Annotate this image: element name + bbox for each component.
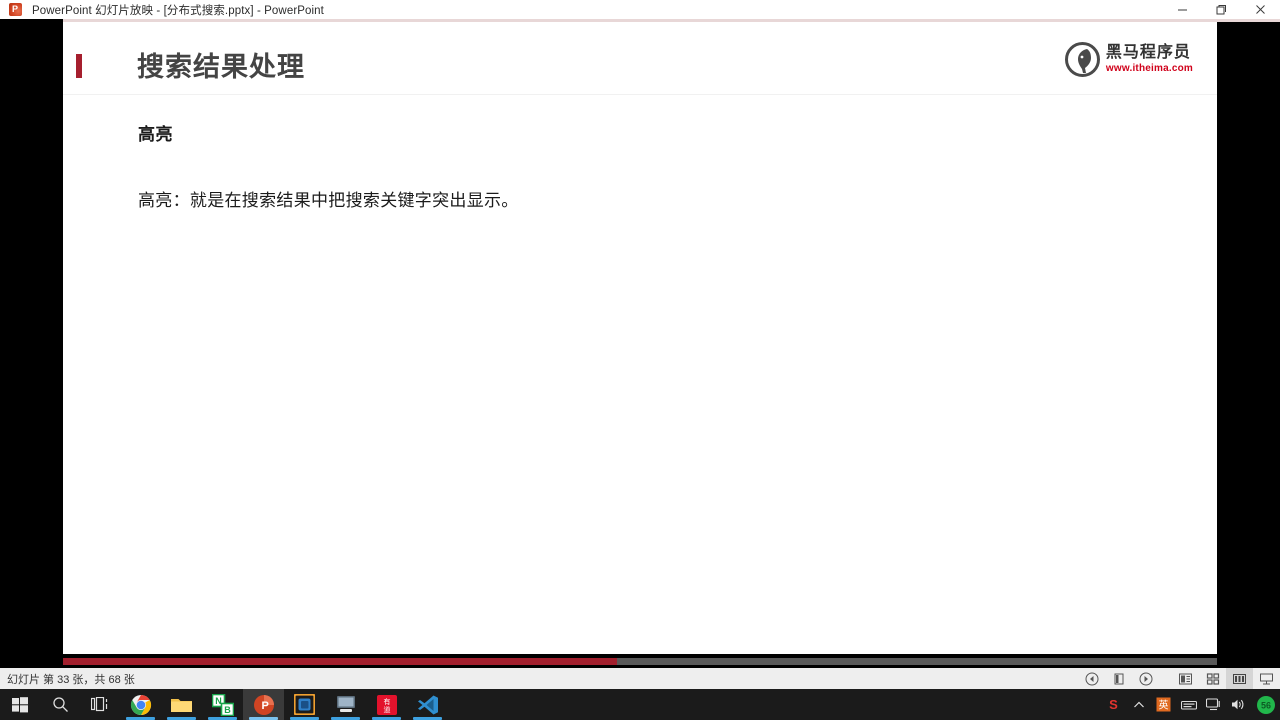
volume-icon: [1232, 699, 1244, 710]
ime-icon: 英: [1156, 697, 1171, 712]
svg-text:道: 道: [383, 705, 390, 714]
title-accent-bar-icon: [76, 54, 82, 78]
search-button[interactable]: [40, 689, 80, 720]
window-controls: [1163, 0, 1280, 19]
status-bar-controls: [1078, 668, 1280, 689]
chevron-up-icon: [1133, 701, 1144, 707]
slideshow-progress-bar[interactable]: [63, 658, 1217, 665]
taskbar-vscode[interactable]: [407, 689, 448, 720]
onenote-icon: N B: [211, 693, 234, 716]
tray-greenshot[interactable]: 56: [1251, 689, 1280, 720]
minimize-button[interactable]: [1163, 0, 1202, 19]
content-body-text: 高亮：就是在搜索结果中把搜索关键字突出显示。: [138, 191, 519, 210]
svg-text:S: S: [1109, 697, 1118, 712]
pause-button[interactable]: [1105, 668, 1132, 689]
page-title: 搜索结果处理: [137, 52, 305, 82]
dictionary-icon: 有 道: [376, 694, 397, 715]
slide-counter: 幻灯片 第 33 张，共 68 张: [7, 673, 135, 686]
tray-show-hidden-icons[interactable]: [1126, 689, 1151, 720]
network-icon: [1206, 698, 1220, 711]
content-heading: 高亮: [138, 125, 173, 144]
green-badge-icon: 56: [1256, 695, 1275, 714]
vmware-icon: [294, 694, 315, 715]
taskbar-onenote[interactable]: N B: [202, 689, 243, 720]
brand-logo: 黑马程序员 www.itheima.com: [1064, 42, 1193, 77]
svg-text:B: B: [224, 705, 231, 715]
taskbar-file-explorer[interactable]: [161, 689, 202, 720]
folder-icon: [171, 699, 192, 712]
windows-taskbar: N B P 有 道 S 英 56: [0, 689, 1280, 720]
taskbar-vmware[interactable]: [284, 689, 325, 720]
window-title: PowerPoint 幻灯片放映 - [分布式搜索.pptx] - PowerP…: [32, 4, 324, 17]
powerpoint-icon: P: [4, 0, 26, 19]
previous-slide-button[interactable]: [1078, 668, 1105, 689]
slide-title-row: 搜索结果处理: [63, 43, 1217, 95]
tray-network[interactable]: [1201, 689, 1226, 720]
start-button[interactable]: [0, 689, 40, 720]
remote-desktop-icon: [336, 696, 355, 712]
taskbar-chrome[interactable]: [120, 689, 161, 720]
powerpoint-icon: P: [253, 694, 274, 715]
slideshow-stage[interactable]: 搜索结果处理 黑马程序员 www.itheima.com 高亮 高亮：就是在搜索…: [0, 22, 1280, 676]
taskbar-youdao[interactable]: 有 道: [366, 689, 407, 720]
slide-show-button[interactable]: [1253, 668, 1280, 689]
logo-text: 黑马程序员 www.itheima.com: [1106, 45, 1193, 74]
slide-canvas[interactable]: 搜索结果处理 黑马程序员 www.itheima.com 高亮 高亮：就是在搜索…: [63, 22, 1217, 654]
progress-fill: [63, 658, 617, 665]
sogou-ime-icon: S: [1109, 697, 1118, 712]
svg-text:有: 有: [383, 697, 390, 706]
taskbar-powerpoint[interactable]: P: [243, 689, 284, 720]
status-bar: 幻灯片 第 33 张，共 68 张: [0, 668, 1280, 689]
taskbar-remote-desktop[interactable]: [325, 689, 366, 720]
vscode-icon: [417, 695, 438, 714]
tray-volume[interactable]: [1226, 689, 1251, 720]
search-icon: [52, 697, 68, 712]
title-divider: [63, 94, 1217, 95]
svg-text:英: 英: [1159, 699, 1169, 712]
close-button[interactable]: [1241, 0, 1280, 19]
task-view-icon: [91, 697, 108, 712]
horse-head-circle-icon: [1064, 42, 1100, 77]
svg-text:56: 56: [1260, 700, 1270, 710]
next-slide-button[interactable]: [1132, 668, 1159, 689]
svg-text:P: P: [261, 700, 268, 712]
logo-name: 黑马程序员: [1105, 44, 1191, 61]
restore-button[interactable]: [1202, 0, 1241, 19]
logo-url: www.itheima.com: [1105, 63, 1193, 74]
windows-logo-icon: [12, 696, 28, 712]
window-title-bar: P PowerPoint 幻灯片放映 - [分布式搜索.pptx] - Powe…: [0, 0, 1280, 19]
chrome-icon: [130, 694, 151, 715]
system-tray: S 英 56: [1101, 689, 1280, 720]
keyboard-icon: [1180, 700, 1197, 710]
tray-sogou-ime[interactable]: S: [1101, 689, 1126, 720]
task-view-button[interactable]: [80, 689, 120, 720]
normal-view-button[interactable]: [1172, 668, 1199, 689]
tray-ime-status[interactable]: 英: [1151, 689, 1176, 720]
tray-keyboard[interactable]: [1176, 689, 1201, 720]
reading-view-button[interactable]: [1226, 668, 1253, 689]
slide-sorter-button[interactable]: [1199, 668, 1226, 689]
